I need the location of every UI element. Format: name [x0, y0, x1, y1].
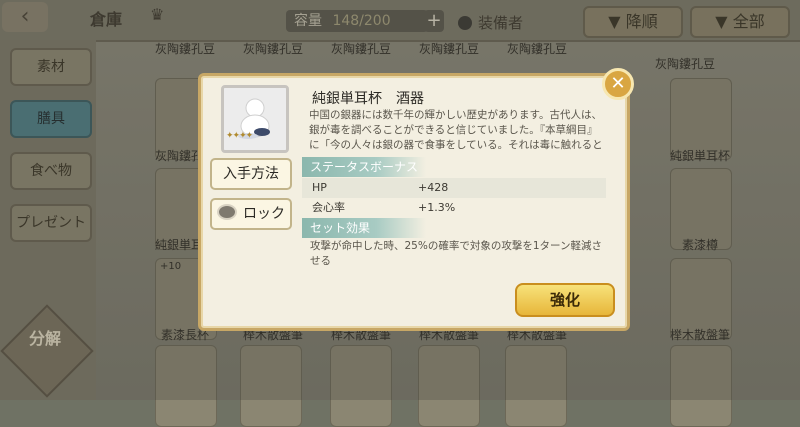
item-name: 純銀単耳杯 酒器	[312, 91, 424, 107]
lock-button[interactable]: ロック	[210, 198, 292, 230]
status-bonus-header: ステータスボーナス	[302, 157, 426, 177]
close-button[interactable]: ✕	[602, 68, 634, 100]
stat-value: +428	[418, 181, 449, 194]
stat-row: 会心率 +1.3%	[302, 198, 606, 218]
stat-key: HP	[312, 181, 327, 194]
item-description: 中国の銀器には数千年の輝かしい歴史があります。古代人は、銀が毒を調べることができ…	[309, 109, 603, 151]
stat-row: HP +428	[302, 178, 606, 198]
lock-label: ロック	[243, 206, 285, 222]
stat-key: 会心率	[312, 201, 345, 214]
item-portrait	[221, 85, 289, 153]
set-effect-text: 攻撃が命中した時、25%の確率で対象の攻撃を1ターン軽減させる	[310, 240, 602, 267]
obtain-method-button[interactable]: 入手方法	[210, 158, 292, 190]
rarity-stars: ✦✦✦✦	[226, 131, 253, 141]
set-effect-header: セット効果	[302, 218, 426, 238]
close-icon: ✕	[610, 73, 626, 94]
stat-value: +1.3%	[418, 201, 456, 214]
lock-icon	[217, 204, 237, 220]
enhance-button[interactable]: 強化	[515, 283, 615, 317]
